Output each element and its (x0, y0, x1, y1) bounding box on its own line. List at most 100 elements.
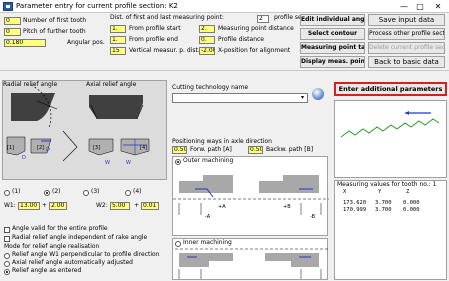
outer-machining-radio[interactable] (175, 159, 181, 165)
w2-input[interactable]: 5.00 (110, 202, 130, 210)
fig-letter-4: W (126, 160, 131, 166)
measuring-col-z: Z (406, 189, 410, 195)
relief-option-3-radio[interactable] (83, 190, 89, 196)
dist-header: Dist. of first and last measuring point: (110, 14, 224, 21)
from-profile-end-input[interactable]: 1. (110, 36, 126, 44)
delete-current-profile-button[interactable]: Delete current profile sect. (368, 42, 445, 54)
edit-individual-angle-button[interactable]: Edit individual angle (300, 14, 365, 26)
measuring-col-y: Y (378, 189, 382, 195)
forw-path-input[interactable]: 0.50 (172, 146, 187, 154)
positioning-header: Positioning ways in axle direction (172, 138, 272, 145)
app-icon (3, 2, 13, 11)
radial-independent-checkbox[interactable] (4, 236, 10, 242)
measuring-point-table-button[interactable]: Measuring point table (300, 42, 365, 54)
profile-sect-input[interactable]: 2 (257, 15, 269, 23)
measuring-col-x: X (343, 189, 347, 195)
cutting-technology-label: Cutting technology name (172, 84, 249, 91)
profile-distance-input[interactable]: 0. (199, 36, 215, 44)
fig-label-2: [2] (37, 145, 45, 151)
angular-pos-label: Angular pos. (67, 39, 105, 46)
maximize-button[interactable]: □ (413, 1, 427, 12)
outer-machining-panel (172, 156, 329, 236)
enter-additional-parameters-button[interactable]: Enter additional parameters (334, 82, 447, 96)
chevron-down-icon[interactable]: ▾ (301, 94, 304, 102)
measuring-values-title: Measuring values for tooth no.: 1 (337, 181, 437, 188)
mode-as-entered-radio[interactable] (4, 269, 10, 275)
process-other-profile-button[interactable]: Process other profile sect. (368, 28, 445, 40)
forw-path-label: Forw. path [A] (190, 146, 232, 153)
mode-perpendicular-label: Relief angle W1 perpendicular to profile… (12, 251, 160, 258)
measuring-row-2-x: 170.999 (343, 207, 367, 213)
first-tooth-input[interactable]: 0 (4, 17, 21, 25)
separator (0, 70, 449, 71)
w1-tolerance-input[interactable]: 2.00 (49, 202, 67, 210)
radial-independent-label: Radial relief angle independent of rake … (12, 234, 148, 241)
axial-relief-label: Axial relief angle (86, 81, 137, 88)
w2-plus: + (134, 202, 140, 209)
profile-preview-panel (334, 100, 447, 178)
relief-option-1-radio[interactable] (4, 190, 10, 196)
cutting-technology-select[interactable] (172, 93, 308, 103)
select-contour-button[interactable]: Select contour (300, 28, 365, 40)
measuring-point-distance-input[interactable]: 2. (199, 25, 215, 33)
x-position-label: X-position for alignment (218, 47, 291, 54)
measuring-point-distance-label: Measuring point distance (218, 25, 294, 32)
globe-icon[interactable] (312, 88, 324, 100)
relief-angle-drawing (6, 84, 150, 162)
radial-relief-label: Radial relief angle (3, 81, 58, 88)
first-tooth-label: Number of first tooth (23, 17, 87, 24)
relief-option-4-radio[interactable] (125, 190, 131, 196)
save-input-data-button[interactable]: Save input data (368, 14, 445, 26)
w2-tolerance-input[interactable]: 0.01 (141, 202, 159, 210)
fig-letter-2: D (46, 147, 50, 153)
profile-distance-label: Profile distance (218, 36, 264, 43)
w1-label: W1: (4, 202, 16, 209)
w1-input[interactable]: 13.00 (18, 202, 40, 210)
backw-path-input[interactable]: 0.50 (248, 146, 263, 154)
w2-label: W2: (96, 202, 108, 209)
close-button[interactable]: ✕ (431, 1, 445, 12)
relief-option-2-radio[interactable] (44, 190, 50, 196)
title-bar: Parameter entry for current profile sect… (0, 0, 449, 13)
angle-entire-profile-checkbox[interactable] (4, 227, 10, 233)
mode-perpendicular-radio[interactable] (4, 253, 10, 259)
from-profile-start-label: From profile start (129, 25, 181, 32)
dim-label-minus-b: -B (310, 214, 316, 220)
fig-label-4: [4] (140, 145, 148, 151)
profile-preview-drawing (340, 111, 440, 138)
measuring-values-panel (334, 180, 447, 280)
mode-axial-auto-radio[interactable] (4, 261, 10, 267)
window-title: Parameter entry for current profile sect… (16, 2, 178, 10)
fig-letter-1: D (22, 155, 26, 161)
vertical-measur-label: Vertical measur. p. dist. (129, 47, 200, 54)
fig-label-3: [3] (93, 145, 101, 151)
measuring-row-2-z: 0.000 (403, 207, 420, 213)
outer-machining-drawing (173, 175, 329, 215)
minimize-button[interactable]: — (397, 1, 411, 12)
fig-letter-3: W (105, 160, 110, 166)
measuring-row-2-y: 3.700 (375, 207, 392, 213)
dim-label-plus-b: +B (283, 204, 291, 210)
inner-machining-radio[interactable] (175, 241, 181, 247)
from-profile-end-label: From profile end (129, 36, 178, 43)
mode-as-entered-label: Relief angle as entered (12, 267, 82, 274)
back-to-basic-data-button[interactable]: Back to basic data (368, 56, 445, 68)
relief-option-1-label: (1) (12, 188, 21, 195)
from-profile-start-input[interactable]: 1. (110, 25, 126, 33)
pitch-input[interactable]: 0 (4, 28, 21, 36)
relief-option-4-label: (4) (133, 188, 142, 195)
mode-header: Mode for relief angle realisation (4, 243, 100, 250)
relief-angle-diagram (2, 80, 167, 180)
angle-entire-profile-label: Angle valid for the entire profile (12, 225, 108, 232)
vertical-measur-input[interactable]: 15 (110, 47, 126, 55)
display-meas-points-button[interactable]: Display meas. points (300, 56, 365, 68)
dim-label-plus-a: +A (218, 204, 226, 210)
fig-label-1: [1] (7, 145, 15, 151)
backw-path-label: Backw. path [B] (266, 146, 314, 153)
x-position-input[interactable]: -2.00 (199, 47, 215, 55)
outer-machining-label: Outer machining (183, 157, 234, 164)
angular-pos-input[interactable]: 0.180 (4, 39, 46, 47)
pitch-label: Pitch of further tooth (23, 28, 86, 35)
dim-label-minus-a: -A (205, 214, 211, 220)
mode-axial-auto-label: Axial relief angle automatically adjuste… (12, 259, 133, 266)
